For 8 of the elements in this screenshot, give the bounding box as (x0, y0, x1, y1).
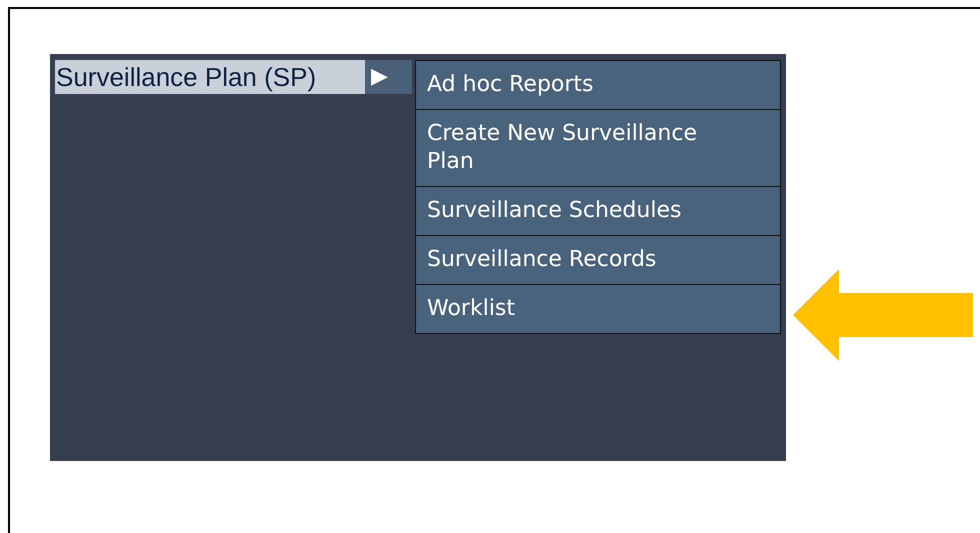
submenu-item[interactable]: Create New Surveillance Plan (416, 109, 780, 186)
submenu-item[interactable]: Surveillance Records (416, 235, 780, 284)
arrow-icon: ▶ (371, 66, 388, 88)
arrow-icon (793, 269, 973, 361)
submenu-item[interactable]: Ad hoc Reports (416, 61, 780, 109)
menu-item[interactable]: Surveillance Plan (SP) (55, 60, 365, 94)
submenu-item[interactable]: Worklist (416, 284, 780, 333)
submenu-item[interactable]: Surveillance Schedules (416, 186, 780, 235)
